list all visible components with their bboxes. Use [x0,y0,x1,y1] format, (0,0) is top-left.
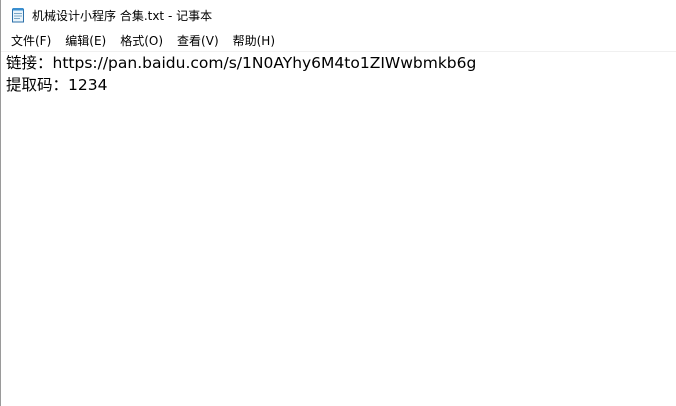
menu-help[interactable]: 帮助(H) [226,30,282,51]
menu-format[interactable]: 格式(O) [113,30,170,51]
text-line-code[interactable]: 提取码：1234 [6,74,676,96]
title-bar[interactable]: 机械设计小程序 合集.txt - 记事本 [1,0,676,30]
menu-bar: 文件(F) 编辑(E) 格式(O) 查看(V) 帮助(H) [1,30,676,50]
menu-file[interactable]: 文件(F) [4,30,58,51]
menu-view[interactable]: 查看(V) [170,30,226,51]
text-line-link[interactable]: 链接：https://pan.baidu.com/s/1N0AYhy6M4to1… [6,52,676,74]
notepad-window: 机械设计小程序 合集.txt - 记事本 文件(F) 编辑(E) 格式(O) 查… [0,0,676,406]
menu-edit[interactable]: 编辑(E) [58,30,113,51]
notepad-icon [10,7,26,23]
text-editor-area[interactable]: 链接：https://pan.baidu.com/s/1N0AYhy6M4to1… [1,51,676,406]
window-title: 机械设计小程序 合集.txt - 记事本 [32,8,213,23]
